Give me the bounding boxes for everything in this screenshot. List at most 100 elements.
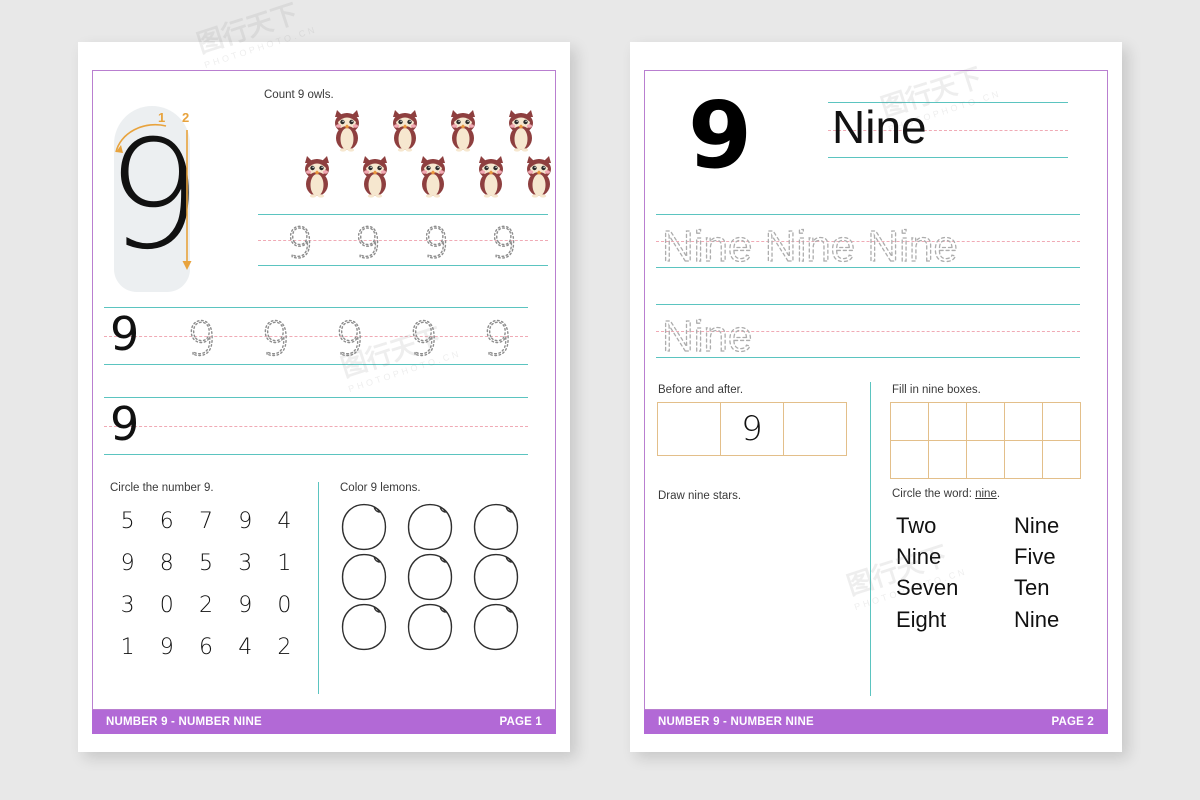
word-item[interactable]: Ten: [1014, 572, 1059, 603]
trace-glyph: 9: [182, 311, 221, 374]
number-cell[interactable]: 1: [265, 542, 304, 584]
lemon-icon[interactable]: [468, 550, 534, 601]
rule-top: [656, 214, 1080, 215]
number-cell[interactable]: 5: [186, 542, 225, 584]
fill-cell[interactable]: [1003, 401, 1043, 441]
header-word-rule: Nine: [828, 102, 1068, 158]
owl-icon: [504, 108, 538, 152]
number-cell[interactable]: 6: [186, 626, 225, 668]
count-task-label: Count 9 owls.: [264, 89, 334, 101]
current-cell[interactable]: 9: [720, 402, 784, 456]
number-cell[interactable]: 0: [147, 584, 186, 626]
lemon-icon[interactable]: [402, 600, 468, 651]
page-1-footer: NUMBER 9 - NUMBER NINE PAGE 1: [92, 710, 556, 734]
number-cell[interactable]: 5: [108, 500, 147, 542]
number-cell[interactable]: 4: [226, 626, 265, 668]
fill-cell[interactable]: [965, 439, 1005, 479]
circle-word-suffix: .: [996, 488, 1001, 500]
trace-row-large: 9 9 9 9 9 9: [104, 307, 528, 367]
stroke-label-1: 1: [158, 110, 166, 125]
lemon-icon[interactable]: [468, 500, 534, 551]
lemon-icon[interactable]: [336, 550, 402, 601]
fill-cell[interactable]: [1041, 401, 1081, 441]
number-cell[interactable]: 3: [108, 584, 147, 626]
trace-glyph: 9: [330, 311, 369, 374]
word-item[interactable]: Seven: [896, 572, 1014, 603]
stroke-arrows-icon: [115, 123, 192, 270]
number-cell[interactable]: 9: [108, 542, 147, 584]
rule-top: [258, 214, 548, 215]
trace-glyph: 9: [478, 311, 517, 374]
fill-cell[interactable]: [965, 401, 1005, 441]
number-cell[interactable]: 3: [226, 542, 265, 584]
fill-cell[interactable]: [1041, 439, 1081, 479]
page-2-footer: NUMBER 9 - NUMBER NINE PAGE 2: [644, 710, 1108, 734]
lemon-icon[interactable]: [402, 550, 468, 601]
fill-boxes-grid: [889, 401, 1081, 479]
owl-icon: [446, 108, 480, 152]
rule-top: [656, 304, 1080, 305]
trace-glyph: 9: [256, 311, 295, 374]
footer-title: NUMBER 9 - NUMBER NINE: [658, 716, 814, 728]
svg-text:9: 9: [422, 218, 449, 267]
after-cell[interactable]: [783, 402, 847, 456]
lemon-icon[interactable]: [336, 600, 402, 651]
word-item[interactable]: Nine: [1014, 604, 1059, 635]
circle-word-target: nine: [975, 488, 997, 500]
trace-glyph: 9: [404, 311, 443, 374]
fill-cell[interactable]: [889, 439, 929, 479]
word-trace-row-2: Nine: [656, 304, 1080, 362]
fill-cell[interactable]: [889, 401, 929, 441]
owl-icon: [388, 108, 422, 152]
number-cell[interactable]: 2: [265, 626, 304, 668]
svg-text:9: 9: [483, 312, 512, 366]
lemon-icon[interactable]: [468, 600, 534, 651]
header-numeral: 9: [688, 82, 753, 189]
svg-text:9: 9: [409, 312, 438, 366]
fill-cell[interactable]: [927, 439, 967, 479]
svg-text:9: 9: [261, 312, 290, 366]
draw-task-label: Draw nine stars.: [658, 490, 742, 502]
svg-text:9: 9: [286, 218, 313, 267]
number-cell[interactable]: 6: [147, 500, 186, 542]
owl-field: [258, 108, 551, 208]
fill-cell[interactable]: [927, 401, 967, 441]
lemon-icon[interactable]: [336, 500, 402, 551]
number-cell[interactable]: 9: [226, 500, 265, 542]
number-cell[interactable]: 1: [108, 626, 147, 668]
svg-text:Nine: Nine: [662, 312, 753, 361]
word-item[interactable]: Nine: [1014, 510, 1059, 541]
before-after-label: Before and after.: [658, 384, 744, 396]
word-item[interactable]: Nine: [896, 541, 1014, 572]
footer-page-number: PAGE 2: [1051, 716, 1094, 728]
word-item[interactable]: Eight: [896, 604, 1014, 635]
number-cell[interactable]: 9: [226, 584, 265, 626]
lemon-icon[interactable]: [402, 500, 468, 551]
current-cell-value: 9: [741, 409, 763, 449]
number-cell[interactable]: 2: [186, 584, 225, 626]
word-item[interactable]: Five: [1014, 541, 1059, 572]
worksheet-page-1: 9 1 2 Count 9 owls. 9 9 9 9 9 9 9 9 9 9 …: [78, 42, 570, 752]
worksheet-stage: 9 1 2 Count 9 owls. 9 9 9 9 9 9 9 9 9 9 …: [0, 0, 1200, 800]
trace-glyph: 9: [350, 218, 386, 275]
fill-boxes-label: Fill in nine boxes.: [892, 384, 981, 396]
lemon-grid: [336, 500, 534, 651]
number-cell[interactable]: 4: [265, 500, 304, 542]
number-cell[interactable]: 9: [147, 626, 186, 668]
svg-text:Nine Nine Nine: Nine Nine Nine: [662, 222, 958, 271]
trace-glyph: 9: [486, 218, 522, 275]
fill-cell[interactable]: [1003, 439, 1043, 479]
number-cell[interactable]: 0: [265, 584, 304, 626]
word-trace-text: Nine Nine Nine: [660, 216, 1005, 283]
word-trace-text: Nine: [660, 306, 759, 373]
number-cell[interactable]: 8: [147, 542, 186, 584]
before-cell[interactable]: [657, 402, 721, 456]
rule-bottom: [104, 364, 528, 365]
footer-title: NUMBER 9 - NUMBER NINE: [106, 716, 262, 728]
owl-icon: [300, 154, 334, 198]
model-glyph: 9: [110, 397, 140, 451]
owl-icon: [330, 108, 364, 152]
rule-bottom: [104, 454, 528, 455]
word-item[interactable]: Two: [896, 510, 1014, 541]
number-cell[interactable]: 7: [186, 500, 225, 542]
